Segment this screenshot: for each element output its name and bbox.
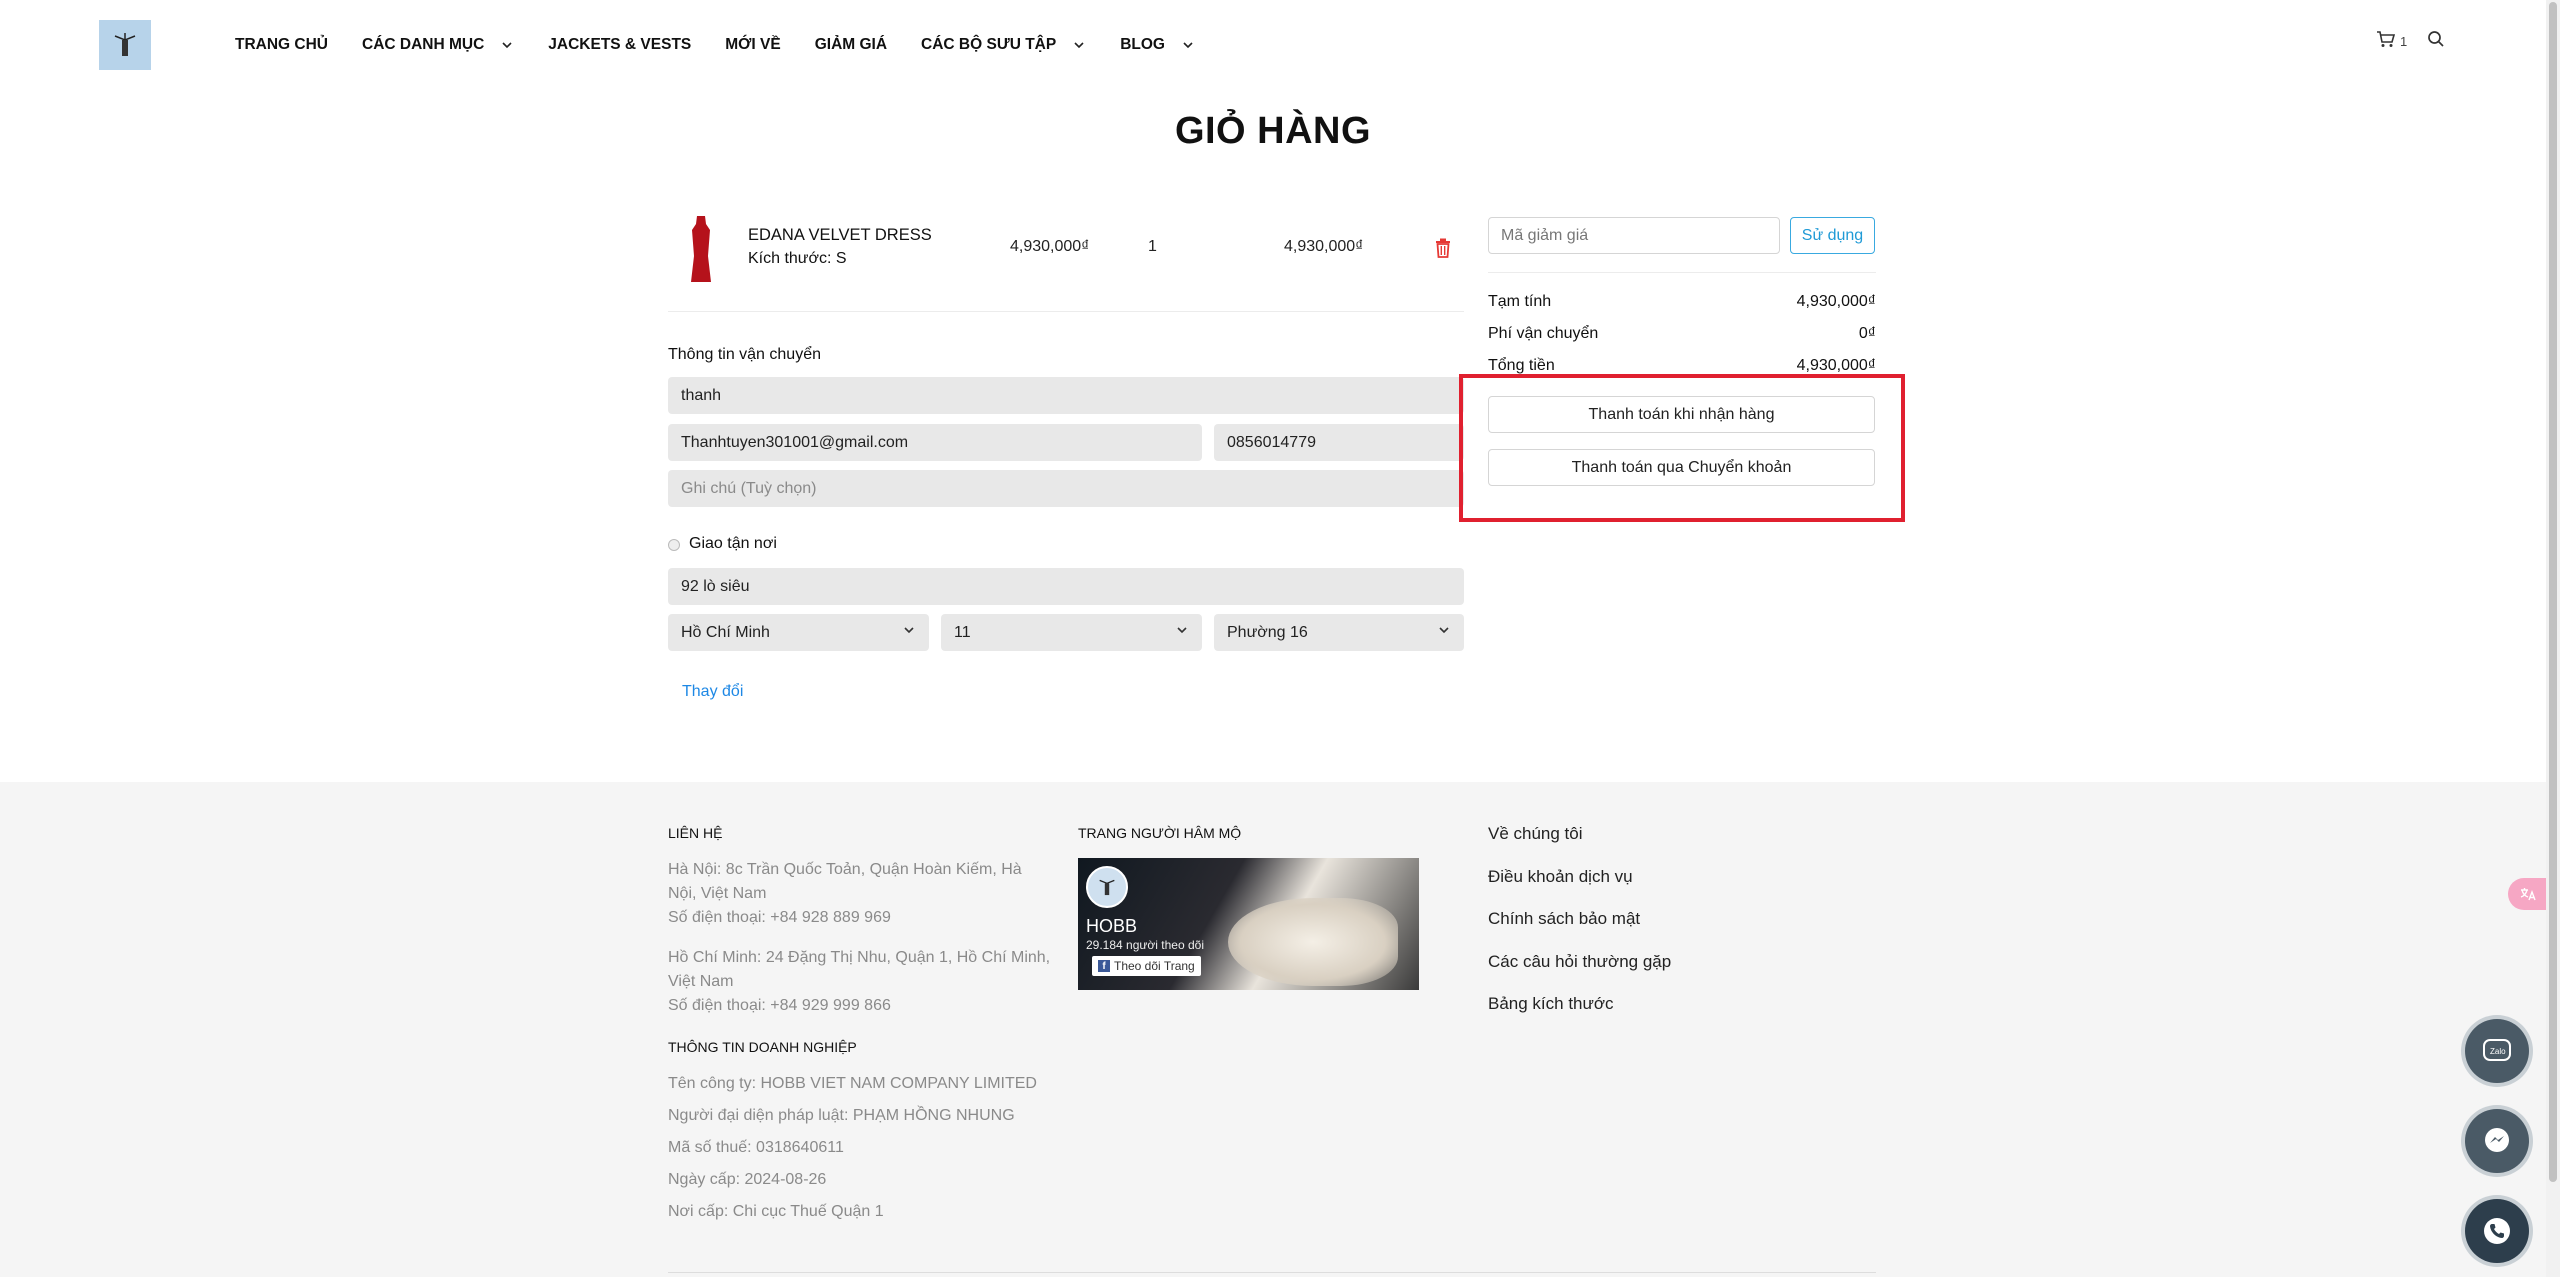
fanpage-heading: TRANG NGƯỜI HÂM MỘ xyxy=(1078,825,1242,841)
phone-call-button[interactable] xyxy=(2465,1199,2529,1263)
nav-item-home[interactable]: TRANG CHỦ xyxy=(235,36,328,54)
chevron-down-icon xyxy=(500,38,514,52)
svg-text:Zalo: Zalo xyxy=(2490,1047,2506,1056)
delivery-radio[interactable] xyxy=(668,539,680,551)
shipping-info-title: Thông tin vận chuyển xyxy=(668,346,821,363)
footer-divider xyxy=(668,1272,1876,1273)
hcm-address: Hồ Chí Minh: 24 Đặng Thị Nhu, Quận 1, Hồ… xyxy=(668,949,1051,990)
site-header: TRANG CHỦ CÁC DANH MỤC JACKETS & VESTS M… xyxy=(0,0,2546,90)
city-select[interactable]: Hồ Chí Minh xyxy=(668,614,929,651)
header-actions: 1 xyxy=(2376,30,2445,53)
product-name[interactable]: EDANA VELVET DRESS xyxy=(748,226,932,245)
cart-icon[interactable] xyxy=(2376,30,2396,53)
translate-icon xyxy=(2520,888,2536,901)
phone-icon xyxy=(2484,1218,2510,1244)
coupon-input[interactable] xyxy=(1488,217,1780,254)
scrollbar-thumb[interactable] xyxy=(2549,2,2557,1182)
chevron-down-icon xyxy=(1072,38,1086,52)
hanoi-phone: Số điện thoại: +84 928 889 969 xyxy=(668,909,891,926)
logo-icon xyxy=(114,33,136,56)
fanpage-followers: 29.184 người theo dõi xyxy=(1086,938,1204,952)
shipping-fee-label: Phí vận chuyển xyxy=(1488,325,1599,342)
fanpage-cover-image xyxy=(1228,898,1398,986)
hcm-phone: Số điện thoại: +84 929 999 866 xyxy=(668,997,891,1014)
subtotal-row: Tạm tính 4,930,000₫ xyxy=(1488,293,1876,311)
legal-representative: Người đại diện pháp luật: PHẠM HỒNG NHUN… xyxy=(668,1107,1015,1124)
total-label: Tổng tiền xyxy=(1488,357,1555,374)
product-image[interactable] xyxy=(688,216,714,282)
main-nav: TRANG CHỦ CÁC DANH MỤC JACKETS & VESTS M… xyxy=(235,34,1229,56)
ward-select-value: Phường 16 xyxy=(1227,623,1308,641)
chevron-down-icon xyxy=(1175,623,1189,642)
cart-item-row: EDANA VELVET DRESS Kích thước: S 4,930,0… xyxy=(668,210,1464,312)
product-quantity[interactable]: 1 xyxy=(1148,238,1157,256)
facebook-page-widget[interactable]: HOBB 29.184 người theo dõi f Theo dõi Tr… xyxy=(1078,858,1419,990)
email-field[interactable] xyxy=(668,424,1202,461)
messenger-chat-button[interactable] xyxy=(2465,1109,2529,1173)
apply-coupon-button[interactable]: Sử dụng xyxy=(1790,217,1875,254)
nav-item-new-arrivals[interactable]: MỚI VỀ xyxy=(725,36,780,54)
subtotal-value: 4,930,000₫ xyxy=(1796,293,1876,310)
footer-link-terms[interactable]: Điều khoản dịch vụ xyxy=(1488,867,1633,887)
tax-code: Mã số thuế: 0318640611 xyxy=(668,1139,844,1156)
phone-field[interactable] xyxy=(1214,424,1464,461)
total-value: 4,930,000₫ xyxy=(1796,357,1876,374)
chevron-down-icon xyxy=(1181,38,1195,52)
product-line-total: 4,930,000₫ xyxy=(1284,238,1364,255)
product-size: Kích thước: S xyxy=(748,250,847,267)
nav-item-collections[interactable]: CÁC BỘ SƯU TẬP xyxy=(921,36,1086,54)
issue-place: Nơi cấp: Chi cục Thuế Quận 1 xyxy=(668,1203,884,1220)
delivery-option-label: Giao tận nơi xyxy=(689,535,777,552)
subtotal-label: Tạm tính xyxy=(1488,293,1552,310)
cart-count-badge: 1 xyxy=(2400,34,2408,49)
zalo-chat-button[interactable]: Zalo xyxy=(2465,1019,2529,1083)
trash-icon[interactable] xyxy=(1434,238,1452,258)
facebook-icon: f xyxy=(1098,960,1110,972)
address-field[interactable] xyxy=(668,568,1464,605)
site-logo[interactable] xyxy=(99,20,151,70)
summary-divider xyxy=(1488,272,1876,273)
chevron-down-icon xyxy=(902,623,916,642)
follow-page-button[interactable]: f Theo dõi Trang xyxy=(1092,956,1201,976)
search-icon[interactable] xyxy=(2427,30,2445,53)
page-title: GIỎ HÀNG xyxy=(1174,110,1372,152)
footer-link-size-chart[interactable]: Bảng kích thước xyxy=(1488,994,1614,1014)
nav-item-categories[interactable]: CÁC DANH MỤC xyxy=(362,36,514,54)
city-select-value: Hồ Chí Minh xyxy=(681,623,770,641)
note-field[interactable] xyxy=(668,470,1464,507)
contact-heading: LIÊN HỆ xyxy=(668,825,723,841)
footer-link-privacy[interactable]: Chính sách bảo mật xyxy=(1488,909,1640,929)
zalo-icon: Zalo xyxy=(2483,1039,2511,1061)
payment-highlight-box xyxy=(1459,374,1905,522)
chevron-down-icon xyxy=(1437,623,1451,642)
change-address-link[interactable]: Thay đổi xyxy=(682,683,743,701)
shipping-fee-row: Phí vận chuyển 0₫ xyxy=(1488,325,1876,343)
name-field[interactable] xyxy=(668,377,1464,414)
hanoi-address: Hà Nội: 8c Trần Quốc Toản, Quận Hoàn Kiế… xyxy=(668,861,1022,902)
total-row: Tổng tiền 4,930,000₫ xyxy=(1488,357,1876,375)
shipping-fee-value: 0₫ xyxy=(1858,325,1876,342)
nav-item-blog[interactable]: BLOG xyxy=(1120,36,1195,54)
fanpage-avatar xyxy=(1086,866,1128,908)
messenger-icon xyxy=(2485,1128,2509,1152)
side-tab-button[interactable] xyxy=(2508,878,2548,910)
footer-link-faq[interactable]: Các câu hỏi thường gặp xyxy=(1488,952,1671,972)
district-select[interactable]: 11 xyxy=(941,614,1202,651)
company-info-heading: THÔNG TIN DOANH NGHIỆP xyxy=(668,1039,857,1055)
district-select-value: 11 xyxy=(954,623,971,641)
issue-date: Ngày cấp: 2024-08-26 xyxy=(668,1171,827,1188)
fanpage-name: HOBB xyxy=(1086,916,1138,936)
product-price: 4,930,000₫ xyxy=(1010,238,1090,255)
footer-link-about[interactable]: Về chúng tôi xyxy=(1488,824,1583,844)
nav-item-jackets-vests[interactable]: JACKETS & VESTS xyxy=(548,36,691,54)
nav-item-sale[interactable]: GIẢM GIÁ xyxy=(815,36,887,54)
ward-select[interactable]: Phường 16 xyxy=(1214,614,1464,651)
site-footer xyxy=(0,782,2546,1277)
company-name: Tên công ty: HOBB VIET NAM COMPANY LIMIT… xyxy=(668,1075,1037,1092)
